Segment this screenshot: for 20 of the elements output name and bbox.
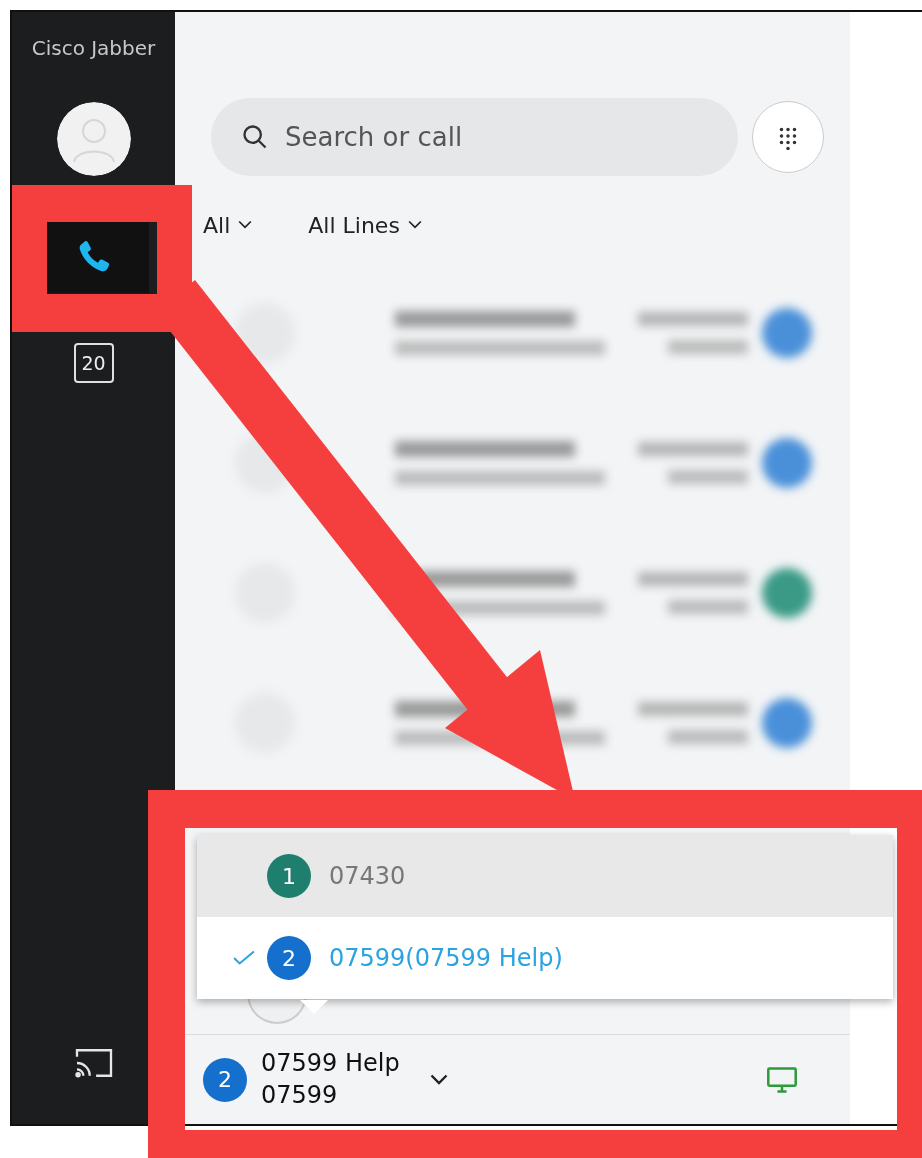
search-icon <box>241 123 269 151</box>
line-menu-item[interactable]: 1 07430 <box>197 835 893 917</box>
line-name: 07599 Help <box>261 1048 400 1080</box>
line-badge: 2 <box>267 936 311 980</box>
chevron-down-icon <box>407 220 422 230</box>
line-badge: 2 <box>203 1057 247 1102</box>
line-badge: 1 <box>267 854 311 898</box>
calendar-nav-button[interactable]: 20 <box>73 343 114 383</box>
line-number: 07599 <box>261 1079 339 1111</box>
line-menu-item[interactable]: 2 07599(07599 Help) <box>197 917 893 999</box>
profile-avatar[interactable] <box>56 102 131 176</box>
checkmark-icon <box>233 950 255 966</box>
filter-dropdown[interactable]: All <box>203 212 253 238</box>
chevron-down-icon <box>238 220 253 230</box>
filter-dropdown[interactable]: All Lines <box>308 212 422 238</box>
app-title: Cisco Jabber <box>31 36 156 62</box>
menu-pointer <box>300 1000 328 1014</box>
monitor-icon[interactable] <box>766 1065 798 1094</box>
caret-icon[interactable] <box>429 1073 448 1086</box>
search-field[interactable]: Search or call <box>211 98 738 176</box>
